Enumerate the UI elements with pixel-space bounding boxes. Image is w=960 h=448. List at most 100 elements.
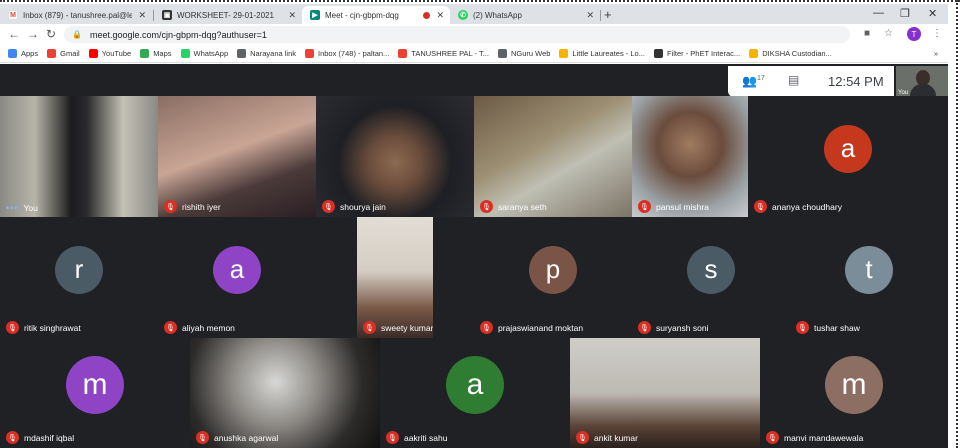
reload-icon[interactable]: ↻ [46, 27, 56, 41]
participant-tile[interactable]: m 🎙 mdashif iqbal [0, 338, 190, 448]
address-bar[interactable]: 🔒 meet.google.com/cjn-gbpm-dqg?authuser=… [64, 26, 850, 43]
participant-name-bar: 🎙 ananya choudhary [754, 200, 842, 213]
bookmark-item[interactable]: Apps [8, 49, 38, 58]
more-bookmarks-icon[interactable]: » [934, 49, 938, 58]
tab-gmail[interactable]: M Inbox (879) - tanushree.pal@lern ✕ [0, 6, 152, 24]
close-icon[interactable]: ✕ [436, 10, 444, 21]
bookmark-item[interactable]: Narayana link [237, 49, 296, 58]
bookmark-label: WhatsApp [193, 49, 229, 58]
avatar: r [55, 245, 103, 294]
participant-name-bar: 🎙 shourya jain [322, 200, 386, 213]
bookmark-item[interactable]: Maps [140, 49, 172, 58]
participant-name-bar: 🎙 sweety kumari [363, 321, 433, 334]
bookmark-item[interactable]: NGuru Web [497, 49, 550, 58]
bookmark-item[interactable]: TANUSHREE PAL - T... [398, 49, 489, 58]
participant-name: ankit kumar [594, 432, 638, 443]
participant-tile[interactable]: 🎙 shourya jain [316, 96, 474, 217]
laureates-icon [559, 49, 569, 58]
participant-tile[interactable]: 🎙 saranya seth [474, 96, 632, 217]
bookmark-label: Apps [21, 49, 39, 58]
profile-avatar[interactable]: T [907, 27, 921, 41]
bookmark-item[interactable]: YouTube [88, 49, 132, 58]
participant-tile[interactable]: m 🎙 manvi mandawewala [760, 338, 948, 448]
participant-name: aliyah memon [182, 322, 235, 333]
maximize-icon[interactable]: ❐ [900, 7, 910, 20]
tab-meet[interactable]: ▶ Meet - cjn-gbpm-dqg ✕ [302, 6, 450, 24]
bookmark-item[interactable]: DIKSHA Custodian... [749, 49, 832, 58]
mic-off-icon: 🎙 [164, 200, 177, 213]
browser-tab-strip: M Inbox (879) - tanushree.pal@lern ✕ ▣ W… [0, 4, 948, 24]
close-icon[interactable]: ✕ [288, 10, 296, 21]
video-feed [158, 96, 316, 217]
mic-off-icon: 🎙 [6, 321, 19, 334]
participant-name-bar: 🎙 ankit kumar [576, 431, 638, 444]
url-text: meet.google.com/cjn-gbpm-dqg?authuser=1 [89, 29, 267, 40]
participant-name: ritik singhrawat [24, 322, 81, 333]
avatar: a [446, 356, 504, 414]
participant-tile[interactable]: 🎙 pansul mishra [632, 96, 748, 217]
forward-icon[interactable]: → [27, 27, 39, 41]
bookmarks-bar: Apps Gmail YouTube Maps WhatsApp Narayana lin… [0, 45, 948, 63]
participant-tile[interactable]: 🎙 ankit kumar [570, 338, 760, 448]
bookmark-star-icon[interactable]: ☆ [884, 28, 893, 39]
lock-icon: 🔒 [72, 30, 82, 39]
apps-icon [8, 49, 17, 58]
avatar: a [213, 245, 261, 294]
participant-name: aakriti sahu [404, 432, 448, 443]
participant-tile[interactable]: p 🎙 prajaswianand moktan [474, 217, 632, 338]
menu-icon[interactable]: ⋮ [932, 28, 942, 39]
whatsapp-icon: ✆ [458, 10, 468, 20]
participant-name: anushka agarwal [214, 432, 279, 443]
participant-name: tushar shaw [814, 322, 860, 333]
participant-tile[interactable]: a 🎙 aakriti sahu [380, 338, 570, 448]
avatar: t [845, 245, 893, 294]
participant-tile[interactable]: 🎙 anushka agarwal [190, 338, 380, 448]
tab-title: WORKSHEET- 29-01-2021 [177, 10, 274, 20]
self-view-tile[interactable]: You [896, 66, 948, 97]
participant-tile[interactable]: ••• You [0, 96, 158, 217]
mic-off-icon: 🎙 [480, 321, 493, 334]
bookmark-item[interactable]: Little Laureates - Lo... [559, 49, 645, 58]
slides-icon: ▣ [162, 10, 172, 20]
participant-tile[interactable]: t 🎙 tushar shaw [790, 217, 948, 338]
mic-off-icon: 🎙 [480, 200, 493, 213]
chat-icon[interactable]: ▤ [788, 73, 799, 87]
close-icon[interactable]: ✕ [138, 10, 146, 21]
back-icon[interactable]: ← [8, 27, 20, 41]
participant-tile[interactable]: 🎙 rishith iyer [158, 96, 316, 217]
participant-tile[interactable]: a 🎙 aliyah memon [158, 217, 316, 338]
bookmark-label: Gmail [60, 49, 80, 58]
participant-tile[interactable]: s 🎙 suryansh soni [632, 217, 790, 338]
participant-tile[interactable]: r 🎙 ritik singhrawat [0, 217, 158, 338]
video-feed [632, 96, 748, 217]
camera-icon[interactable]: ■ [864, 28, 870, 39]
close-icon[interactable]: ✕ [586, 10, 594, 21]
participant-name: shourya jain [340, 201, 386, 212]
mic-off-icon: 🎙 [322, 200, 335, 213]
participants-button[interactable]: 👥17 [742, 74, 765, 88]
globe-icon [237, 49, 247, 58]
bookmark-item[interactable]: Gmail [47, 49, 80, 58]
close-window-icon[interactable]: ✕ [928, 7, 937, 20]
youtube-icon [88, 49, 98, 58]
participant-name: pansul mishra [656, 201, 709, 212]
participant-tile[interactable]: a 🎙 ananya choudhary [748, 96, 948, 217]
bookmark-item[interactable]: Inbox (748) - paltan... [305, 49, 389, 58]
new-tab-button[interactable]: + [604, 8, 612, 21]
participant-name-bar: 🎙 pansul mishra [638, 200, 709, 213]
tab-whatsapp[interactable]: ✆ (2) WhatsApp ✕ [450, 6, 600, 24]
tab-worksheet[interactable]: ▣ WORKSHEET- 29-01-2021 ✕ [154, 6, 302, 24]
bookmark-item[interactable]: Filter - PhET Interac... [653, 49, 740, 58]
participant-name-bar: 🎙 aakriti sahu [386, 431, 447, 444]
mic-off-icon: 🎙 [576, 431, 589, 444]
participant-tile[interactable]: 🎙 sweety kumari [357, 217, 433, 338]
participants-count: 17 [756, 75, 765, 82]
participant-name: saranya seth [498, 201, 547, 212]
bookmark-item[interactable]: WhatsApp [180, 49, 229, 58]
minimize-icon[interactable]: — [873, 7, 884, 19]
meet-top-panel: 👥17 ▤ 12:54 PM [728, 66, 894, 97]
bookmark-label: Narayana link [250, 49, 296, 58]
globe-icon [497, 49, 507, 58]
bookmark-label: Maps [153, 49, 172, 58]
bookmark-label: YouTube [101, 49, 132, 58]
